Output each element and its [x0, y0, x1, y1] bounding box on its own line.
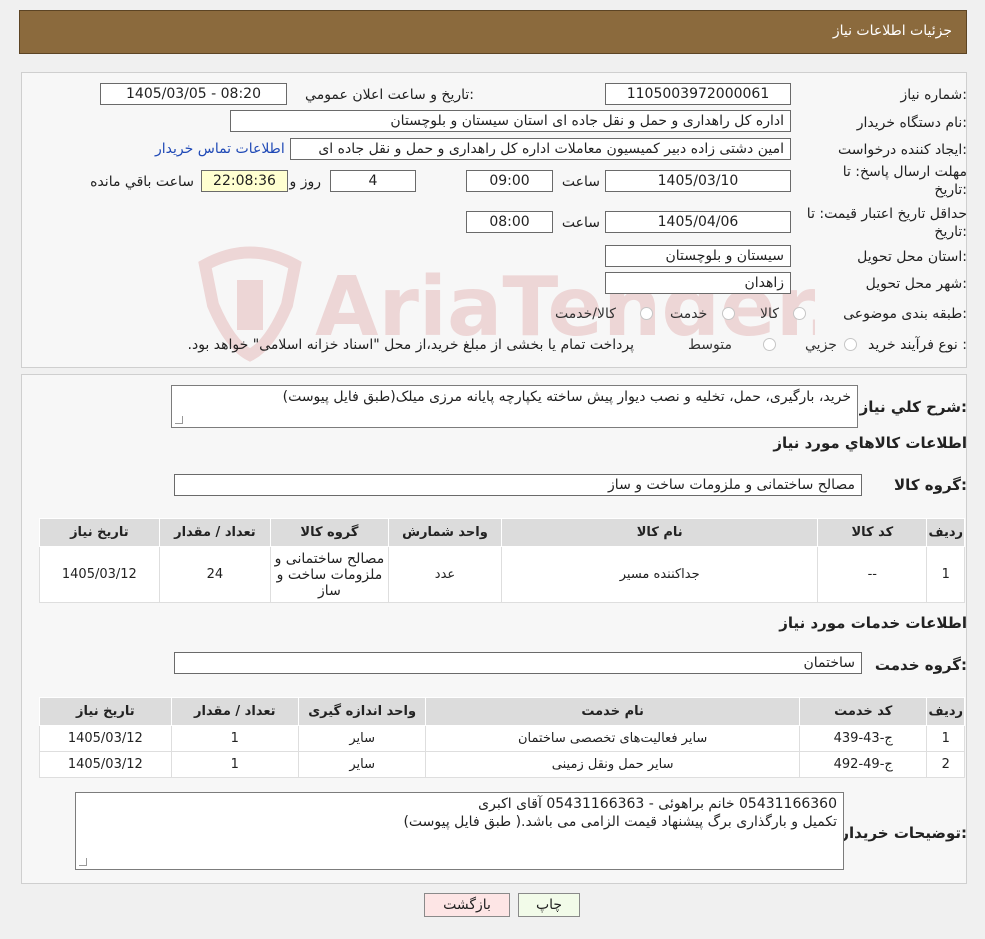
- table-row: 2 ج-49-492 سایر حمل ونقل زمینی سایر 1 14…: [39, 751, 965, 778]
- category-radio-goods[interactable]: [793, 307, 806, 320]
- services-group-field: ساختمان: [174, 652, 862, 674]
- col-header: رديف: [926, 697, 965, 726]
- table-cell: --: [817, 546, 928, 603]
- col-header: تاريخ نياز: [39, 518, 160, 547]
- validity-label-2: تاريخ:: [934, 224, 967, 240]
- deadline-time-label: ساعت: [561, 174, 600, 190]
- category-label: طبقه بندی موضوعی:: [843, 306, 967, 322]
- province-field: سیستان و بلوچستان: [605, 245, 791, 267]
- col-header: واحد اندازه گيری: [297, 697, 427, 726]
- process-note: پرداخت تمام یا بخشی از مبلغ خرید،از محل …: [187, 337, 634, 353]
- page-header: جزئیات اطلاعات نیاز: [19, 10, 967, 54]
- process-option-minor: جزيي: [805, 337, 837, 353]
- goods-group-label: گروه کالا:: [894, 476, 967, 494]
- creator-field: امین دشتی زاده دبیر کمیسیون معاملات ادار…: [290, 138, 791, 160]
- deadline-time-field: 09:00: [466, 170, 553, 192]
- process-label: نوع فرآيند خريد :: [868, 337, 967, 353]
- col-header: کد کالا: [817, 518, 928, 547]
- need-number-label: شماره نیاز:: [900, 87, 967, 103]
- table-cell: ج-43-439: [798, 725, 928, 752]
- need-number-field: 1105003972000061: [605, 83, 791, 105]
- goods-table: رديف کد کالا نام کالا واحد شمارش گروه کا…: [39, 518, 965, 603]
- announce-field: 1405/03/05 - 08:20: [100, 83, 287, 105]
- goods-group-field: مصالح ساختمانی و ملزومات ساخت و ساز: [174, 474, 862, 496]
- deadline-date-field: 1405/03/10: [605, 170, 791, 192]
- deadline-label: مهلت ارسال پاسخ: تا: [842, 164, 967, 180]
- city-field: زاهدان: [605, 272, 791, 294]
- col-header: تعداد / مقدار: [158, 518, 272, 547]
- summary-text: خرید، بارگیری، حمل، تخلیه و نصب دیوار پی…: [282, 389, 851, 405]
- category-radio-service[interactable]: [722, 307, 735, 320]
- buyer-notes-field[interactable]: 05431166360 خانم براهوئی - 05431166363 آ…: [75, 792, 844, 870]
- table-cell: 1: [926, 725, 965, 752]
- col-header: تعداد / مقدار: [170, 697, 299, 726]
- summary-label: شرح كلي نياز:: [859, 398, 967, 416]
- col-header: نام کالا: [501, 518, 819, 547]
- print-button[interactable]: چاپ: [518, 893, 580, 917]
- remaining-time-field: 22:08:36: [201, 170, 288, 192]
- days-label: روز و: [289, 174, 322, 190]
- days-field: 4: [330, 170, 416, 192]
- process-radio-medium[interactable]: [763, 338, 776, 351]
- services-group-label: گروه خدمت:: [874, 656, 967, 674]
- table-cell: 1: [170, 751, 299, 778]
- buyer-field: اداره کل راهداری و حمل و نقل جاده ای است…: [230, 110, 791, 132]
- validity-label: حداقل تاريخ اعتبار قيمت: تا: [806, 206, 967, 222]
- table-cell: 1405/03/12: [39, 725, 172, 752]
- resize-grip-icon[interactable]: [79, 858, 87, 866]
- buyer-label: نام دستگاه خريدار:: [856, 115, 967, 131]
- table-cell: ج-49-492: [798, 751, 928, 778]
- province-label: استان محل تحويل:: [857, 249, 967, 265]
- resize-grip-icon[interactable]: [175, 416, 183, 424]
- table-cell: عدد: [387, 546, 503, 603]
- buyer-contact-link[interactable]: اطلاعات تماس خریدار: [155, 141, 285, 157]
- col-header: گروه کالا: [270, 518, 389, 547]
- process-radio-minor[interactable]: [844, 338, 857, 351]
- announce-label: تاریخ و ساعت اعلان عمومي:: [305, 87, 474, 103]
- back-button[interactable]: بازگشت: [424, 893, 510, 917]
- process-option-medium: متوسط: [688, 337, 732, 353]
- category-option-service: خدمت: [670, 306, 708, 322]
- table-cell: 1405/03/12: [39, 751, 172, 778]
- table-cell: 1: [926, 546, 965, 603]
- col-header: تاريخ نياز: [39, 697, 172, 726]
- buyer-notes-label: توضيحات خريدار:: [840, 824, 967, 842]
- col-header: کد خدمت: [798, 697, 928, 726]
- table-cell: 1: [170, 725, 299, 752]
- summary-field[interactable]: خرید، بارگیری، حمل، تخلیه و نصب دیوار پی…: [171, 385, 858, 428]
- validity-time-field: 08:00: [466, 211, 553, 233]
- goods-section-title: اطلاعات کالاهاي مورد نياز: [773, 434, 967, 452]
- services-table: رديف کد خدمت نام خدمت واحد اندازه گيری ت…: [39, 697, 965, 778]
- services-section-title: اطلاعات خدمات مورد نياز: [779, 614, 967, 632]
- city-label: شهر محل تحويل:: [865, 276, 967, 292]
- table-cell: 2: [926, 751, 965, 778]
- col-header: رديف: [926, 518, 965, 547]
- validity-date-field: 1405/04/06: [605, 211, 791, 233]
- table-cell: 1405/03/12: [39, 546, 160, 603]
- table-cell: جداکننده مسیر: [501, 546, 819, 603]
- buyer-notes-line: 05431166360 خانم براهوئی - 05431166363 آ…: [478, 796, 837, 812]
- table-cell: سایر فعالیت‌های تخصصی ساختمان: [425, 725, 800, 752]
- table-cell: سایر حمل ونقل زمینی: [425, 751, 800, 778]
- buyer-notes-line: تکمیل و بارگذاری برگ پیشنهاد قیمت الزامی…: [403, 814, 837, 830]
- category-radio-goods-service[interactable]: [640, 307, 653, 320]
- category-option-goods: کالا: [760, 306, 779, 322]
- category-option-goods-service: کالا/خدمت: [555, 306, 616, 322]
- table-row: 1 ج-43-439 سایر فعالیت‌های تخصصی ساختمان…: [39, 725, 965, 752]
- col-header: واحد شمارش: [387, 518, 503, 547]
- table-cell: سایر: [297, 725, 427, 752]
- validity-time-label: ساعت: [561, 215, 600, 231]
- creator-label: ايجاد کننده درخواست:: [838, 142, 967, 158]
- col-header: نام خدمت: [425, 697, 800, 726]
- remaining-label: ساعت باقي مانده: [90, 174, 194, 190]
- table-row: 1 -- جداکننده مسیر عدد مصالح ساختمانی و …: [39, 546, 965, 603]
- table-cell: سایر: [297, 751, 427, 778]
- deadline-label-2: تاریخ:: [934, 182, 967, 198]
- table-cell: 24: [158, 546, 272, 603]
- table-cell: مصالح ساختمانی و ملزومات ساخت و ساز: [270, 546, 389, 603]
- page-title: جزئیات اطلاعات نیاز: [832, 23, 952, 39]
